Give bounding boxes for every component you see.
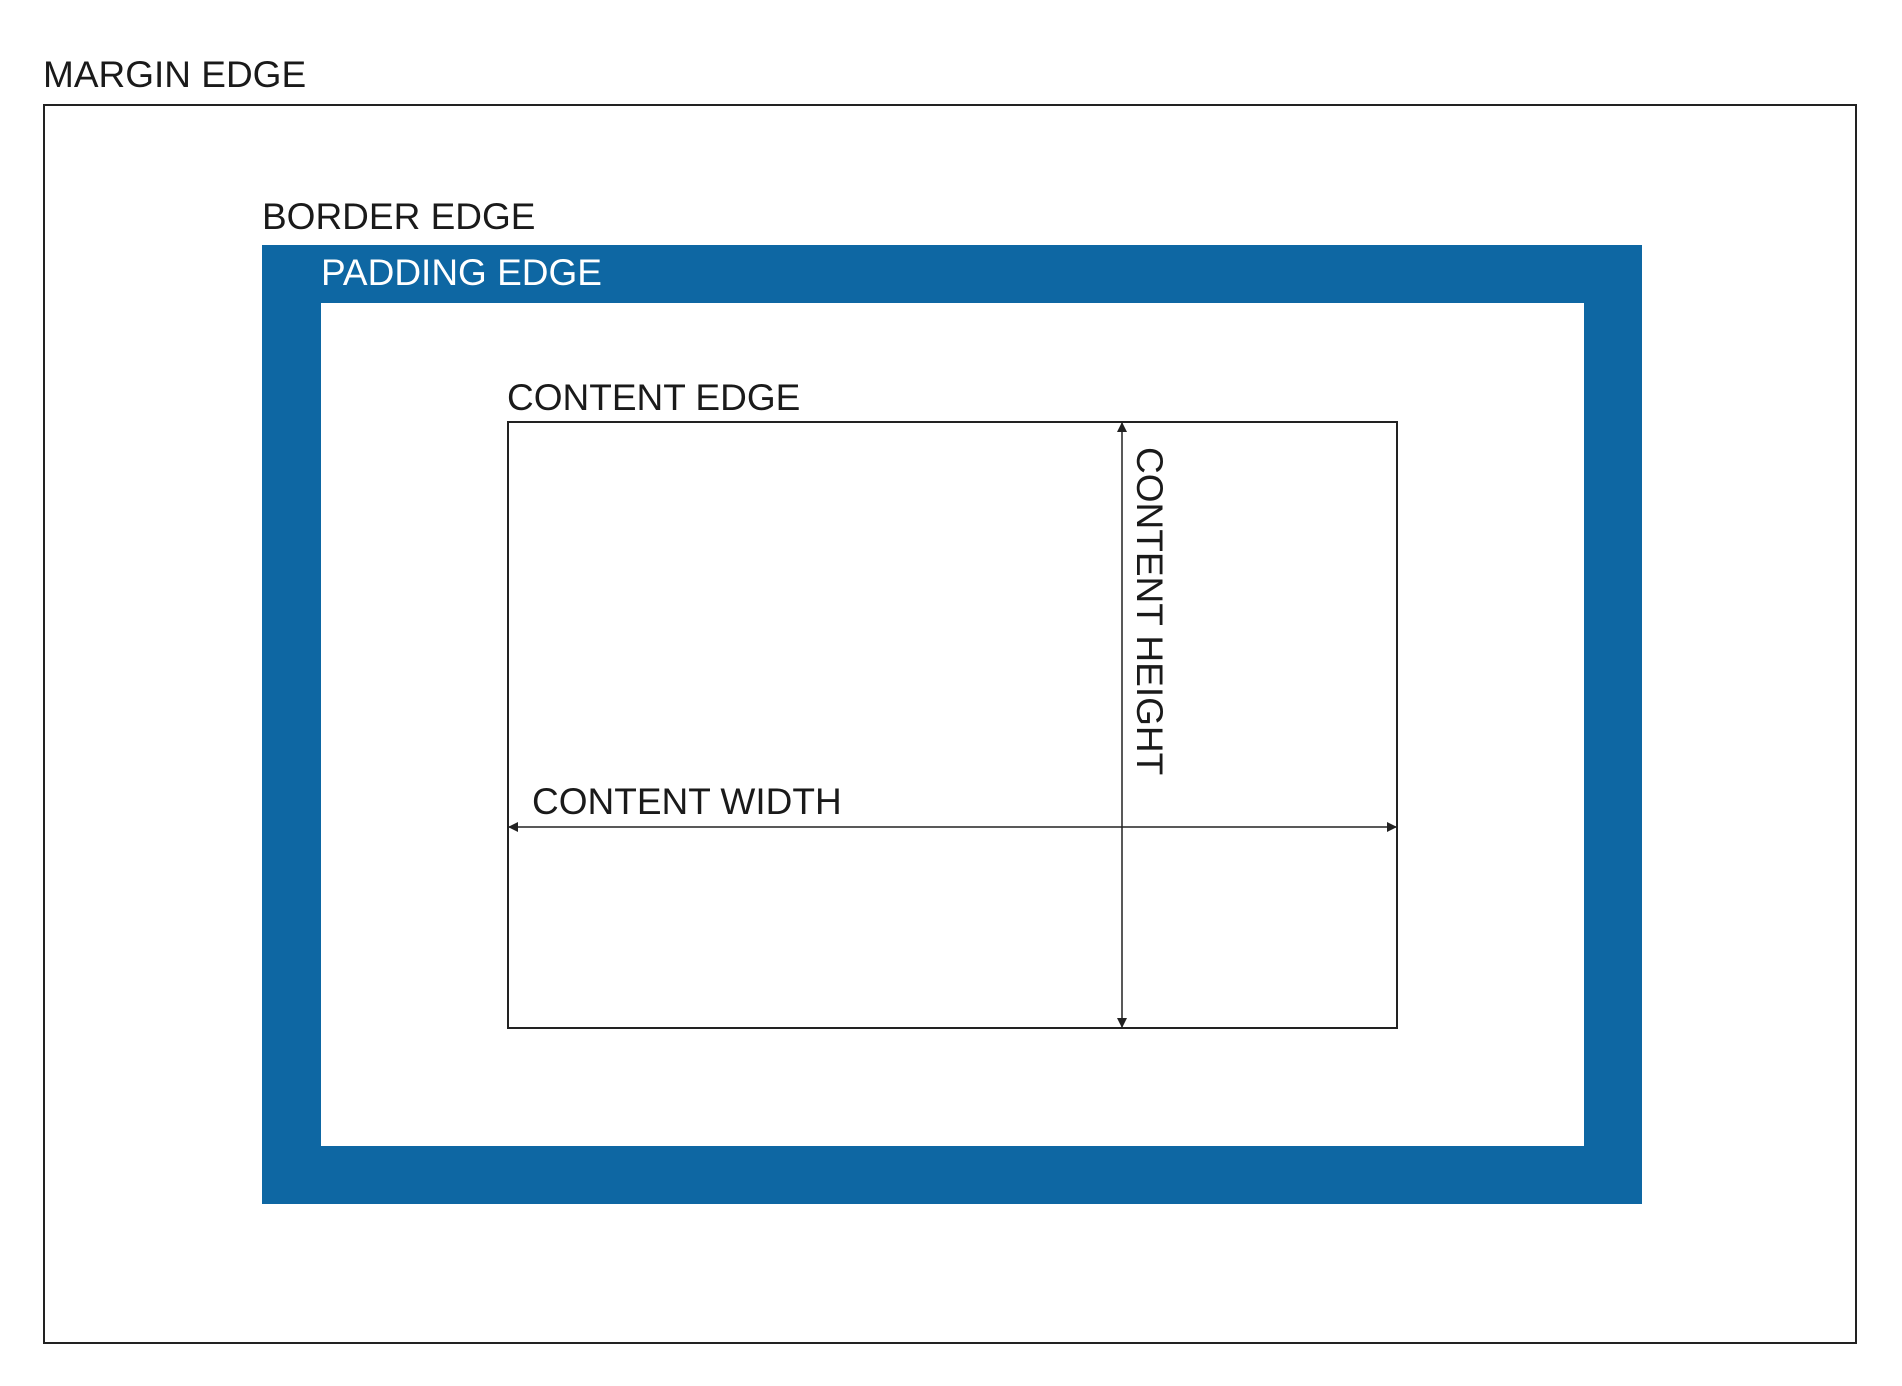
content-width-label: CONTENT WIDTH <box>532 781 842 822</box>
box-model-diagram: MARGIN EDGE BORDER EDGE PADDING EDGE CON… <box>0 0 1902 1386</box>
dimension-arrows <box>508 422 1397 1028</box>
content-height-label: CONTENT HEIGHT <box>1129 447 1170 776</box>
